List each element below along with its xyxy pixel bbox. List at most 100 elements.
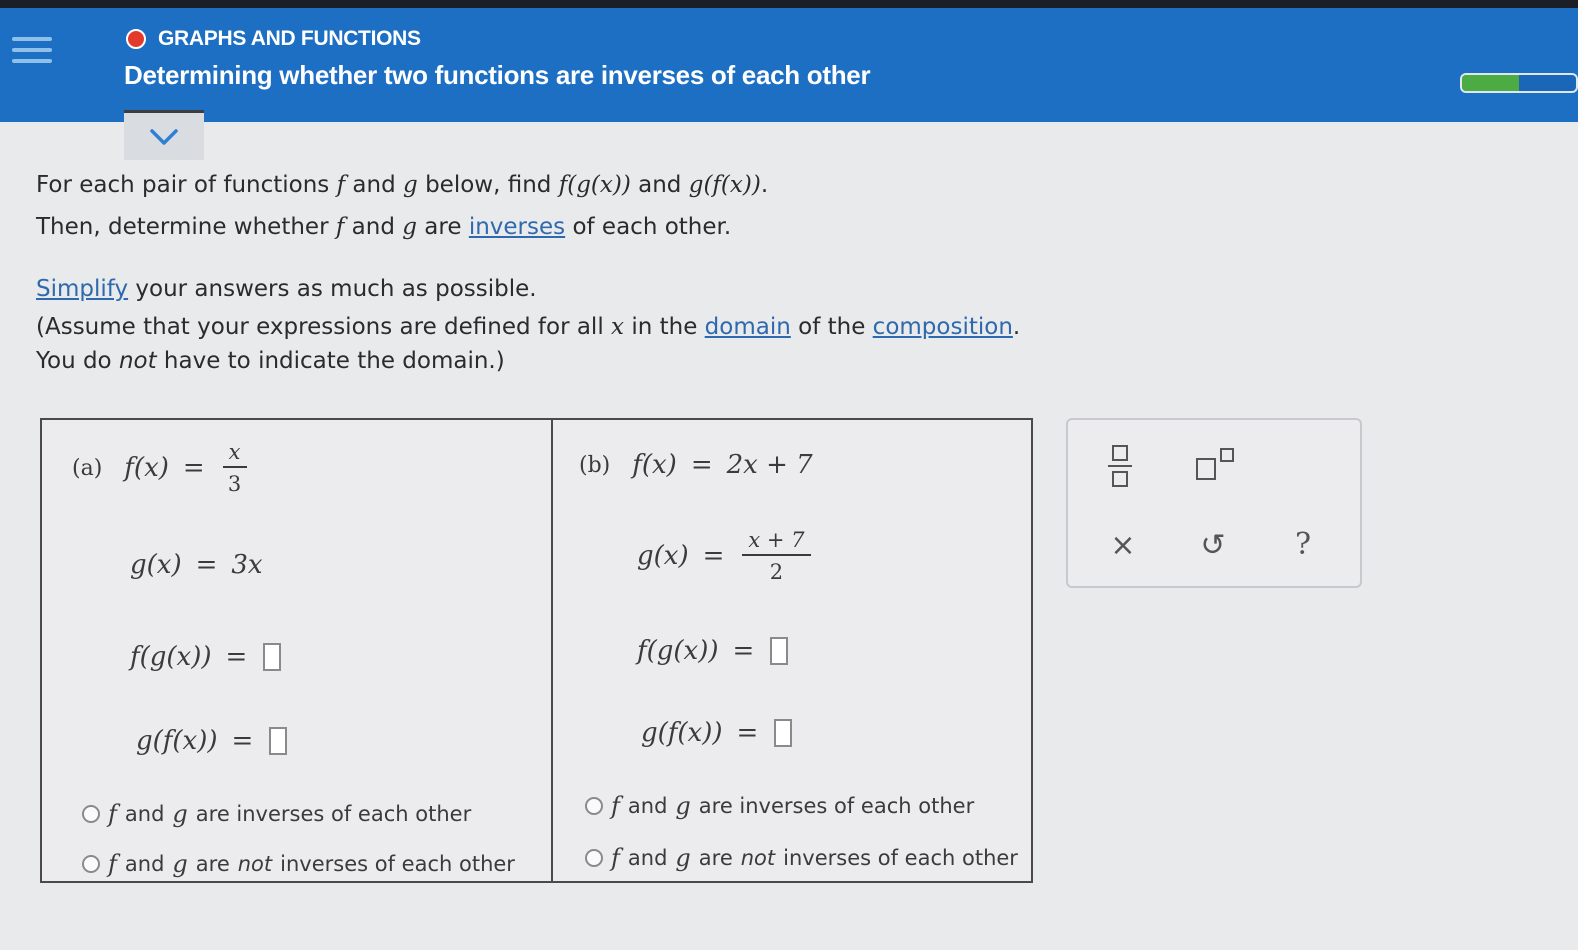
math-g: g (402, 214, 417, 240)
instruction-text: in the (624, 314, 705, 340)
option-text: and (627, 846, 668, 870)
answer-input-b-fog[interactable] (770, 637, 789, 665)
option-g: g (675, 844, 691, 872)
option-f: f (108, 800, 117, 828)
problem-b-label: (b) (579, 452, 611, 478)
fraction: x 3 (222, 440, 247, 496)
f-of-x: f(x) (124, 453, 169, 483)
help-button[interactable]: ? (1286, 524, 1320, 564)
option-g: g (675, 792, 691, 820)
answer-input-b-gof[interactable] (774, 719, 793, 747)
top-strip (0, 0, 1578, 8)
option-text: are (698, 846, 733, 870)
option-text: are inverses of each other (698, 794, 975, 818)
instruction-text: your answers as much as possible. (128, 276, 537, 302)
problem-a-label: (a) (72, 455, 103, 481)
fraction-bar-icon (1108, 465, 1132, 467)
fog-label: f(g(x)) (130, 642, 212, 672)
option-text: and (124, 802, 165, 826)
problem-b-fog-row: f(g(x)) = (637, 636, 789, 666)
option-b-not-inverses[interactable]: f and g are not inverses of each other (585, 844, 1018, 872)
problem-b: (b) f(x) = 2x + 7 g(x) = x + 7 2 f(g(x))… (553, 420, 1033, 881)
problem-a: (a) f(x) = x 3 g(x) = 3x f(g(x)) = g(f(x… (42, 420, 551, 881)
equals-sign: = (225, 642, 248, 672)
fraction-tool-button[interactable] (1106, 442, 1134, 490)
equals-sign: = (195, 550, 218, 580)
exponent-tool-button[interactable] (1196, 448, 1236, 484)
option-g: g (172, 800, 188, 828)
problem-table: (a) f(x) = x 3 g(x) = 3x f(g(x)) = g(f(x… (40, 418, 1033, 883)
answer-input-a-gof[interactable] (269, 727, 288, 755)
option-g: g (172, 850, 188, 878)
math-x: x (611, 314, 625, 340)
instruction-text: are (417, 214, 469, 240)
problem-a-gof-row: g(f(x)) = (136, 726, 288, 756)
fraction-denominator-slot-icon (1112, 471, 1128, 487)
instruction-text: and (344, 214, 403, 240)
simplify-link[interactable]: Simplify (36, 276, 128, 302)
help-icon: ? (1294, 526, 1312, 562)
clear-button[interactable]: × (1106, 527, 1140, 563)
math-tool-palette: × ↺ ? (1066, 418, 1362, 588)
domain-link[interactable]: domain (705, 314, 791, 340)
collapse-toggle[interactable] (124, 110, 204, 160)
option-f: f (108, 850, 117, 878)
g-rhs: 3x (231, 550, 263, 580)
option-text: and (124, 852, 165, 876)
equals-sign: = (736, 718, 759, 748)
undo-icon: ↺ (1200, 527, 1226, 563)
inverses-link[interactable]: inverses (469, 214, 565, 240)
f-of-x: f(x) (632, 450, 677, 480)
option-f: f (611, 792, 620, 820)
gof-label: g(f(x)) (136, 726, 218, 756)
problem-b-f-definition: (b) f(x) = 2x + 7 (579, 450, 813, 480)
fraction-numerator: x (222, 440, 247, 468)
hamburger-menu-icon[interactable] (8, 30, 56, 74)
exponent-base-slot-icon (1196, 458, 1216, 480)
problem-b-g-definition: g(x) = x + 7 2 (637, 528, 811, 584)
fog-label: f(g(x)) (637, 636, 719, 666)
gof-label: g(f(x)) (641, 718, 723, 748)
problem-a-fog-row: f(g(x)) = (130, 642, 282, 672)
undo-button[interactable]: ↺ (1196, 527, 1230, 563)
instruction-line-3: Simplify your answers as much as possibl… (36, 276, 537, 304)
instruction-text: . (760, 172, 769, 198)
fraction-denominator: 3 (227, 472, 242, 496)
instruction-text: have to indicate the domain.) (156, 348, 505, 374)
radio-button[interactable] (585, 849, 603, 867)
instruction-line-4: (Assume that your expressions are define… (36, 314, 1020, 342)
topic-status-dot-icon (126, 29, 146, 49)
instruction-text: of the (790, 314, 873, 340)
option-text: are inverses of each other (195, 802, 472, 826)
math-fog: f(g(x)) (558, 172, 631, 198)
header-bar: GRAPHS AND FUNCTIONS Determining whether… (0, 0, 1578, 122)
radio-button[interactable] (585, 797, 603, 815)
close-icon: × (1110, 527, 1136, 563)
radio-button[interactable] (82, 855, 100, 873)
composition-link[interactable]: composition (873, 314, 1013, 340)
radio-button[interactable] (82, 805, 100, 823)
instruction-line-5: You do not have to indicate the domain.) (36, 348, 505, 376)
option-text: and (627, 794, 668, 818)
exponent-power-slot-icon (1220, 448, 1234, 462)
instruction-text: For each pair of functions (36, 172, 337, 198)
fraction-numerator-slot-icon (1112, 445, 1128, 461)
answer-input-a-fog[interactable] (263, 643, 282, 671)
instruction-text: . (1012, 314, 1021, 340)
fraction-numerator: x + 7 (742, 528, 811, 556)
fraction-denominator: 2 (769, 560, 784, 584)
option-b-inverses[interactable]: f and g are inverses of each other (585, 792, 974, 820)
math-g: g (403, 172, 418, 198)
fraction: x + 7 2 (742, 528, 811, 584)
f-rhs: 2x + 7 (726, 450, 813, 480)
option-text: are (195, 852, 230, 876)
topic-label: GRAPHS AND FUNCTIONS (158, 27, 421, 50)
equals-sign: = (231, 726, 254, 756)
instruction-text: and (345, 172, 404, 198)
progress-bar (1460, 73, 1578, 93)
option-a-inverses[interactable]: f and g are inverses of each other (82, 800, 471, 828)
option-a-not-inverses[interactable]: f and g are not inverses of each other (82, 850, 515, 878)
g-of-x: g(x) (130, 550, 182, 580)
emphasis-not: not (118, 348, 157, 374)
g-of-x: g(x) (637, 541, 689, 571)
